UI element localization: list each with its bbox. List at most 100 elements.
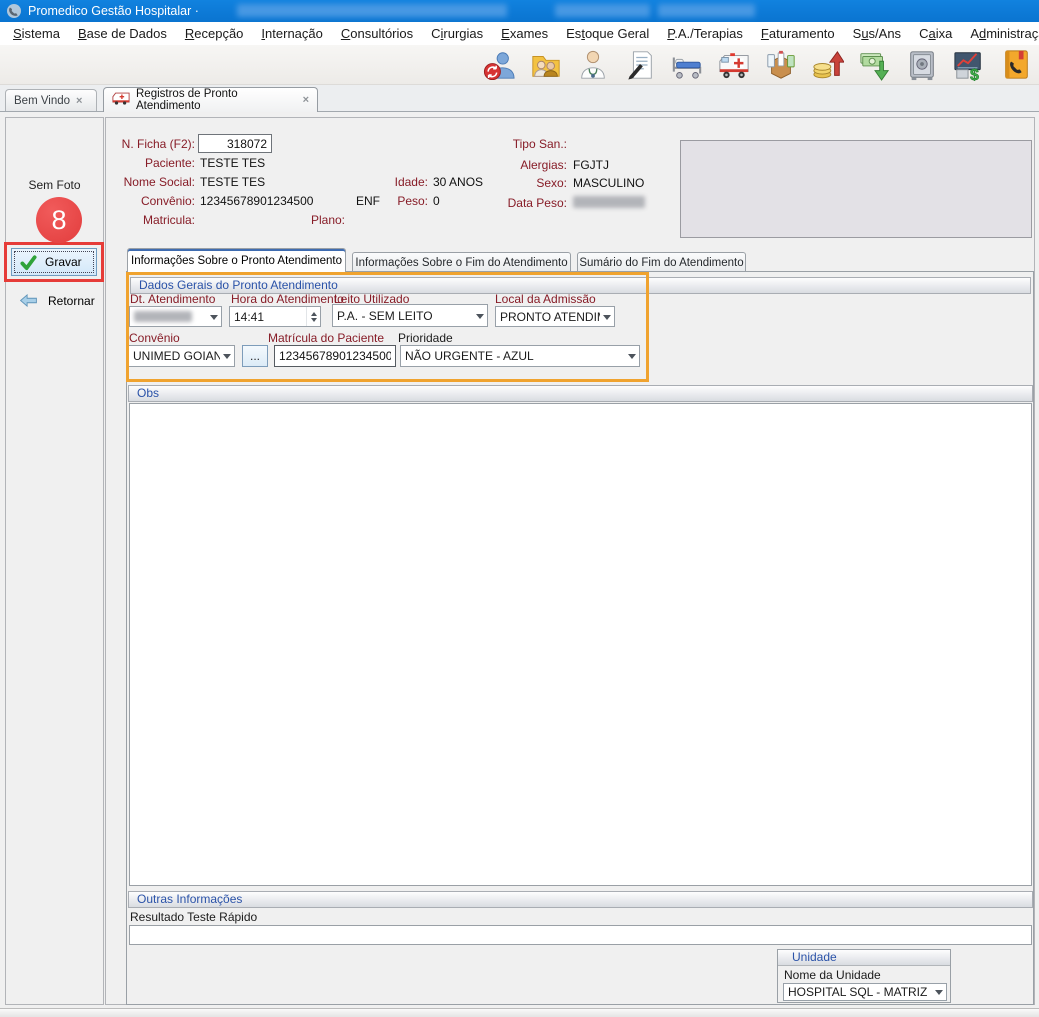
chevron-down-icon[interactable] — [600, 307, 614, 326]
clinical-document-button[interactable] — [623, 48, 657, 82]
document-tab-strip: Bem Vindo × Registros de Pronto Atendime… — [0, 85, 1039, 112]
hora-atendimento-spinner[interactable]: 14:41 — [229, 306, 321, 327]
safe-vault-button[interactable] — [905, 48, 939, 82]
alergias-label: Alergias: — [480, 158, 567, 172]
tab-registros-pronto-atendimento[interactable]: Registros de Pronto Atendimento × — [103, 87, 318, 112]
alergias-value: FGJTJ — [573, 158, 609, 172]
redacted-title-text — [237, 4, 507, 17]
nome-unidade-label: Nome da Unidade — [784, 968, 881, 982]
local-admissao-label: Local da Admissão — [495, 292, 596, 306]
peso-value: 0 — [433, 194, 440, 208]
menu-bar: Sistema Base de Dados Recepção Internaçã… — [0, 22, 1039, 45]
obs-textarea[interactable] — [129, 403, 1032, 886]
financial-chart-button[interactable]: $ — [952, 48, 986, 82]
hora-atendimento-label: Hora do Atendimento — [231, 292, 344, 306]
spinner-up-down-icon[interactable] — [306, 307, 320, 326]
convenio-header-label: Convênio: — [80, 194, 195, 208]
convenio-value: UNIMED GOIANIA — [133, 349, 220, 363]
outras-informacoes-group-header: Outras Informações — [128, 891, 1033, 908]
enf-value: ENF — [356, 194, 380, 208]
billing-increase-button[interactable] — [811, 48, 845, 82]
menu-item-estoque-geral[interactable]: Estoque Geral — [557, 22, 658, 45]
nome-unidade-value: HOSPITAL SQL - MATRIZ — [788, 985, 932, 999]
window-title: Promedico Gestão Hospitalar · — [28, 0, 199, 22]
inner-tab2-label: Informações Sobre o Fim do Atendimento — [355, 257, 567, 269]
menu-item-faturamento[interactable]: Faturamento — [752, 22, 844, 45]
plano-label: Plano: — [300, 213, 345, 227]
nome-unidade-combobox[interactable]: HOSPITAL SQL - MATRIZ — [783, 983, 947, 1001]
matricula-header-label: Matricula: — [80, 213, 195, 227]
prioridade-combobox[interactable]: NÃO URGENTE - AZUL — [400, 345, 640, 367]
ambulance-button[interactable] — [717, 48, 751, 82]
menu-item-sistema[interactable]: Sistema — [4, 22, 69, 45]
patient-records-button[interactable] — [529, 48, 563, 82]
dt-atendimento-label: Dt. Atendimento — [130, 292, 215, 306]
paciente-label: Paciente: — [80, 156, 195, 170]
matricula-paciente-label: Matrícula do Paciente — [268, 331, 384, 345]
pharmacy-stock-icon — [765, 49, 797, 81]
safe-vault-icon — [906, 49, 938, 81]
ficha-input[interactable] — [198, 134, 272, 153]
menu-item-exames[interactable]: Exames — [492, 22, 557, 45]
sync-user-button[interactable] — [482, 48, 516, 82]
chevron-down-icon[interactable] — [473, 305, 487, 326]
save-button-label: Gravar — [45, 255, 82, 269]
resultado-teste-rapido-input[interactable] — [129, 925, 1032, 945]
idade-label: Idade: — [380, 175, 428, 189]
redacted-data-peso-value — [573, 196, 645, 208]
menu-item-pa-terapias[interactable]: P.A./Terapias — [658, 22, 752, 45]
menu-item-base-de-dados[interactable]: Base de Dados — [69, 22, 176, 45]
billing-increase-icon — [812, 49, 844, 81]
prioridade-label: Prioridade — [398, 331, 453, 345]
menu-item-caixa[interactable]: Caixa — [910, 22, 961, 45]
leito-utilizado-combobox[interactable]: P.A. - SEM LEITO — [332, 304, 488, 327]
pharmacy-stock-button[interactable] — [764, 48, 798, 82]
patient-records-icon — [530, 49, 562, 81]
ambulance-icon — [718, 49, 750, 81]
chevron-down-icon[interactable] — [625, 346, 639, 366]
tab-sumario-fim-atendimento[interactable]: Sumário do Fim do Atendimento — [577, 252, 746, 272]
title-bar: Promedico Gestão Hospitalar · — [0, 0, 1039, 22]
menu-item-recepcao[interactable]: Recepção — [176, 22, 253, 45]
menu-item-internacao[interactable]: Internação — [252, 22, 331, 45]
sync-user-icon — [483, 49, 515, 81]
hospital-bed-icon — [671, 49, 703, 81]
menu-item-administracao[interactable]: Administração — [961, 22, 1039, 45]
phone-directory-button[interactable] — [999, 48, 1033, 82]
hospital-bed-button[interactable] — [670, 48, 704, 82]
sexo-value: MASCULINO — [573, 176, 644, 190]
payment-received-button[interactable] — [858, 48, 892, 82]
close-icon[interactable]: × — [76, 95, 82, 107]
ambulance-tab-icon — [112, 92, 130, 108]
tipo-san-label: Tipo San.: — [480, 137, 567, 151]
data-peso-label: Data Peso: — [480, 196, 567, 210]
unidade-header: Unidade — [778, 950, 950, 966]
leito-value: P.A. - SEM LEITO — [337, 309, 473, 323]
close-icon[interactable]: × — [303, 94, 309, 106]
doctor-button[interactable] — [576, 48, 610, 82]
convenio-form-label: Convênio — [129, 331, 180, 345]
chevron-down-icon[interactable] — [932, 984, 946, 1000]
menu-item-consultorios[interactable]: Consultórios — [332, 22, 422, 45]
paciente-value: TESTE TES — [200, 156, 265, 170]
save-button[interactable]: Gravar — [11, 248, 97, 276]
tab-informacoes-fim-atendimento[interactable]: Informações Sobre o Fim do Atendimento — [352, 252, 571, 272]
convenio-lookup-button[interactable]: ... — [242, 345, 268, 367]
convenio-combobox[interactable]: UNIMED GOIANIA — [128, 345, 235, 367]
chevron-down-icon[interactable] — [220, 346, 234, 366]
local-admissao-combobox[interactable]: PRONTO ATENDIMENTO — [495, 306, 615, 327]
return-button-label: Retornar — [48, 294, 95, 308]
tab-bem-vindo-label: Bem Vindo — [14, 95, 70, 107]
menu-item-cirurgias[interactable]: Cirurgias — [422, 22, 492, 45]
nome-social-label: Nome Social: — [80, 175, 195, 189]
tab-bem-vindo[interactable]: Bem Vindo × — [5, 89, 97, 111]
idade-value: 30 ANOS — [433, 175, 483, 189]
nome-social-value: TESTE TES — [200, 175, 265, 189]
return-button[interactable]: Retornar — [11, 288, 97, 313]
dt-atendimento-combobox[interactable] — [129, 306, 222, 327]
tab-informacoes-pronto-atendimento[interactable]: Informações Sobre o Pronto Atendimento — [127, 248, 346, 272]
tab-registros-label: Registros de Pronto Atendimento — [136, 88, 297, 112]
menu-item-sus-ans[interactable]: Sus/Ans — [844, 22, 910, 45]
matricula-paciente-input[interactable] — [274, 345, 396, 367]
chevron-down-icon[interactable] — [207, 307, 221, 326]
